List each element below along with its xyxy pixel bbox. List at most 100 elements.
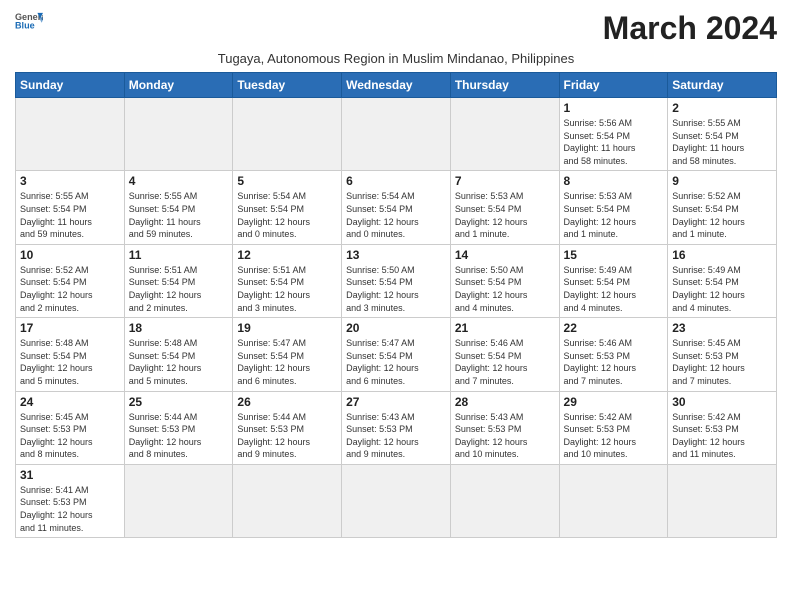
day-info: Sunrise: 5:43 AMSunset: 5:53 PMDaylight:… (346, 411, 446, 461)
calendar-header: SundayMondayTuesdayWednesdayThursdayFrid… (16, 73, 777, 98)
day-info: Sunrise: 5:46 AMSunset: 5:53 PMDaylight:… (564, 337, 664, 387)
day-number: 4 (129, 174, 229, 188)
calendar-cell: 2 Sunrise: 5:55 AMSunset: 5:54 PMDaylight… (668, 98, 777, 171)
day-info: Sunrise: 5:48 AMSunset: 5:54 PMDaylight:… (129, 337, 229, 387)
day-number: 9 (672, 174, 772, 188)
day-info: Sunrise: 5:51 AMSunset: 5:54 PMDaylight:… (129, 264, 229, 314)
day-number: 18 (129, 321, 229, 335)
weekday-header-saturday: Saturday (668, 73, 777, 98)
calendar-body: 1 Sunrise: 5:56 AMSunset: 5:54 PMDaylight… (16, 98, 777, 538)
calendar-cell: 18 Sunrise: 5:48 AMSunset: 5:54 PMDayligh… (124, 318, 233, 391)
calendar-cell: 25 Sunrise: 5:44 AMSunset: 5:53 PMDayligh… (124, 391, 233, 464)
calendar-cell (450, 464, 559, 537)
day-number: 10 (20, 248, 120, 262)
day-info: Sunrise: 5:48 AMSunset: 5:54 PMDaylight:… (20, 337, 120, 387)
calendar-cell (124, 464, 233, 537)
day-number: 29 (564, 395, 664, 409)
calendar-cell: 3Sunrise: 5:55 AMSunset: 5:54 PMDaylight… (16, 171, 125, 244)
logo: General Blue (15, 10, 43, 34)
day-info: Sunrise: 5:50 AMSunset: 5:54 PMDaylight:… (346, 264, 446, 314)
day-info: Sunrise: 5:44 AMSunset: 5:53 PMDaylight:… (129, 411, 229, 461)
calendar-cell: 12 Sunrise: 5:51 AMSunset: 5:54 PMDayligh… (233, 244, 342, 317)
day-info: Sunrise: 5:53 AMSunset: 5:54 PMDaylight:… (564, 190, 664, 240)
calendar-cell: 1 Sunrise: 5:56 AMSunset: 5:54 PMDaylight… (559, 98, 668, 171)
svg-text:Blue: Blue (15, 20, 35, 30)
calendar-cell: 6 Sunrise: 5:54 AMSunset: 5:54 PMDaylight… (342, 171, 451, 244)
calendar-week-row: 17 Sunrise: 5:48 AMSunset: 5:54 PMDayligh… (16, 318, 777, 391)
day-number: 2 (672, 101, 772, 115)
calendar-cell: 30 Sunrise: 5:42 AMSunset: 5:53 PMDayligh… (668, 391, 777, 464)
page-header: General Blue March 2024 (15, 10, 777, 47)
calendar-cell: 10 Sunrise: 5:52 AMSunset: 5:54 PMDayligh… (16, 244, 125, 317)
calendar-subtitle: Tugaya, Autonomous Region in Muslim Mind… (15, 51, 777, 66)
day-info: Sunrise: 5:56 AMSunset: 5:54 PMDaylight:… (564, 117, 664, 167)
day-info: Sunrise: 5:49 AMSunset: 5:54 PMDaylight:… (564, 264, 664, 314)
calendar-cell: 31 Sunrise: 5:41 AMSunset: 5:53 PMDayligh… (16, 464, 125, 537)
day-number: 25 (129, 395, 229, 409)
day-number: 1 (564, 101, 664, 115)
day-info: Sunrise: 5:55 AMSunset: 5:54 PMDaylight:… (129, 190, 229, 240)
day-number: 27 (346, 395, 446, 409)
calendar-cell: 17 Sunrise: 5:48 AMSunset: 5:54 PMDayligh… (16, 318, 125, 391)
calendar-cell: 29 Sunrise: 5:42 AMSunset: 5:53 PMDayligh… (559, 391, 668, 464)
day-number: 13 (346, 248, 446, 262)
calendar-cell: 19Sunrise: 5:47 AMSunset: 5:54 PMDayligh… (233, 318, 342, 391)
calendar-week-row: 31 Sunrise: 5:41 AMSunset: 5:53 PMDayligh… (16, 464, 777, 537)
weekday-header-monday: Monday (124, 73, 233, 98)
day-info: Sunrise: 5:46 AMSunset: 5:54 PMDaylight:… (455, 337, 555, 387)
calendar-cell (668, 464, 777, 537)
calendar-cell: 11Sunrise: 5:51 AMSunset: 5:54 PMDayligh… (124, 244, 233, 317)
calendar-cell: 4 Sunrise: 5:55 AMSunset: 5:54 PMDaylight… (124, 171, 233, 244)
day-info: Sunrise: 5:49 AMSunset: 5:54 PMDaylight:… (672, 264, 772, 314)
day-info: Sunrise: 5:42 AMSunset: 5:53 PMDaylight:… (564, 411, 664, 461)
day-info: Sunrise: 5:45 AMSunset: 5:53 PMDaylight:… (20, 411, 120, 461)
calendar-cell: 20Sunrise: 5:47 AMSunset: 5:54 PMDayligh… (342, 318, 451, 391)
day-number: 26 (237, 395, 337, 409)
day-number: 23 (672, 321, 772, 335)
day-info: Sunrise: 5:42 AMSunset: 5:53 PMDaylight:… (672, 411, 772, 461)
calendar-cell: 8Sunrise: 5:53 AMSunset: 5:54 PMDaylight… (559, 171, 668, 244)
day-number: 21 (455, 321, 555, 335)
calendar-cell (233, 98, 342, 171)
day-number: 5 (237, 174, 337, 188)
day-info: Sunrise: 5:47 AMSunset: 5:54 PMDaylight:… (237, 337, 337, 387)
day-info: Sunrise: 5:41 AMSunset: 5:53 PMDaylight:… (20, 484, 120, 534)
calendar-table: SundayMondayTuesdayWednesdayThursdayFrid… (15, 72, 777, 538)
calendar-cell: 21 Sunrise: 5:46 AMSunset: 5:54 PMDayligh… (450, 318, 559, 391)
calendar-cell: 28Sunrise: 5:43 AMSunset: 5:53 PMDayligh… (450, 391, 559, 464)
weekday-header-tuesday: Tuesday (233, 73, 342, 98)
day-info: Sunrise: 5:54 AMSunset: 5:54 PMDaylight:… (346, 190, 446, 240)
calendar-cell: 13 Sunrise: 5:50 AMSunset: 5:54 PMDayligh… (342, 244, 451, 317)
month-title: March 2024 (603, 10, 777, 47)
calendar-cell: 9 Sunrise: 5:52 AMSunset: 5:54 PMDaylight… (668, 171, 777, 244)
calendar-cell: 22 Sunrise: 5:46 AMSunset: 5:53 PMDayligh… (559, 318, 668, 391)
logo-icon: General Blue (15, 10, 43, 34)
day-number: 16 (672, 248, 772, 262)
day-info: Sunrise: 5:52 AMSunset: 5:54 PMDaylight:… (672, 190, 772, 240)
calendar-cell (124, 98, 233, 171)
calendar-week-row: 10 Sunrise: 5:52 AMSunset: 5:54 PMDayligh… (16, 244, 777, 317)
calendar-cell (559, 464, 668, 537)
day-number: 30 (672, 395, 772, 409)
day-info: Sunrise: 5:47 AMSunset: 5:54 PMDaylight:… (346, 337, 446, 387)
calendar-cell: 27 Sunrise: 5:43 AMSunset: 5:53 PMDayligh… (342, 391, 451, 464)
calendar-cell: 26Sunrise: 5:44 AMSunset: 5:53 PMDayligh… (233, 391, 342, 464)
day-info: Sunrise: 5:51 AMSunset: 5:54 PMDaylight:… (237, 264, 337, 314)
calendar-cell (233, 464, 342, 537)
day-number: 17 (20, 321, 120, 335)
day-info: Sunrise: 5:52 AMSunset: 5:54 PMDaylight:… (20, 264, 120, 314)
day-number: 24 (20, 395, 120, 409)
calendar-week-row: 1 Sunrise: 5:56 AMSunset: 5:54 PMDaylight… (16, 98, 777, 171)
day-info: Sunrise: 5:55 AMSunset: 5:54 PMDaylight:… (20, 190, 120, 240)
day-number: 6 (346, 174, 446, 188)
weekday-header-friday: Friday (559, 73, 668, 98)
day-info: Sunrise: 5:43 AMSunset: 5:53 PMDaylight:… (455, 411, 555, 461)
calendar-cell: 23Sunrise: 5:45 AMSunset: 5:53 PMDayligh… (668, 318, 777, 391)
day-number: 12 (237, 248, 337, 262)
day-info: Sunrise: 5:55 AMSunset: 5:54 PMDaylight:… (672, 117, 772, 167)
day-number: 31 (20, 468, 120, 482)
day-number: 22 (564, 321, 664, 335)
calendar-cell: 24 Sunrise: 5:45 AMSunset: 5:53 PMDayligh… (16, 391, 125, 464)
day-number: 7 (455, 174, 555, 188)
calendar-cell (342, 98, 451, 171)
